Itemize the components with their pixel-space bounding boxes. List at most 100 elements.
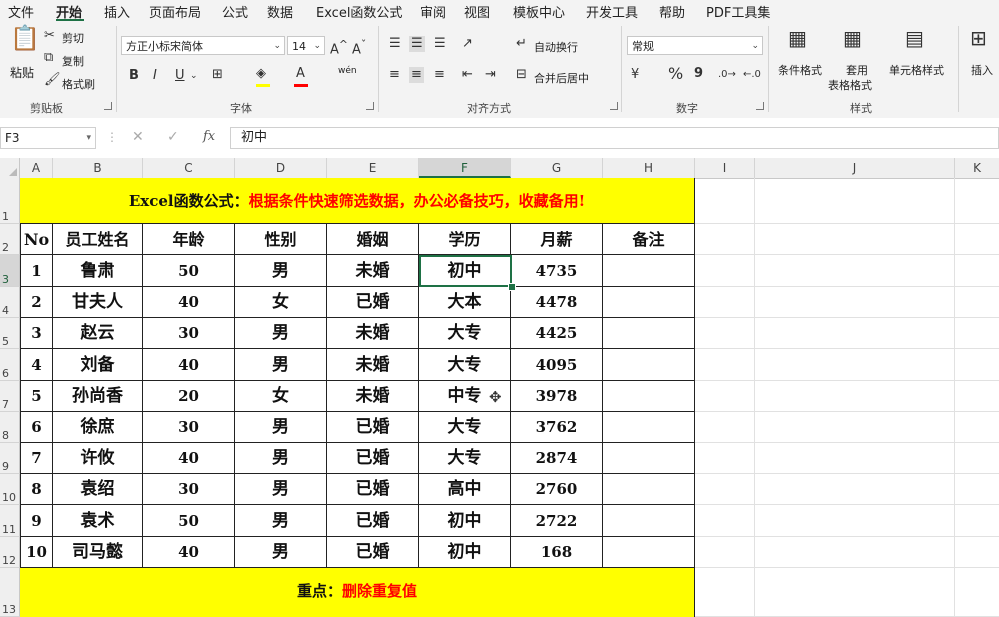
format-painter-button[interactable]: 格式刷 <box>62 76 95 92</box>
font-name-select[interactable]: 方正小标宋简体 ⌄ <box>121 36 285 55</box>
table-header-cell[interactable]: 性别 <box>235 224 327 255</box>
table-cell[interactable]: 已婚 <box>327 505 419 537</box>
wrap-text-button[interactable]: 自动换行 <box>534 39 578 55</box>
table-cell[interactable]: 7 <box>20 443 53 474</box>
menu-tab-8[interactable]: 视图 <box>464 2 490 21</box>
table-cell[interactable]: 大专 <box>419 349 511 381</box>
font-launcher-icon[interactable] <box>366 102 374 110</box>
column-header-j[interactable]: J <box>755 158 955 178</box>
formula-input[interactable]: 初中 <box>230 127 999 149</box>
table-header-cell[interactable]: 员工姓名 <box>53 224 143 255</box>
table-cell[interactable]: 2760 <box>511 474 603 505</box>
table-cell[interactable]: 男 <box>235 474 327 505</box>
table-cell[interactable]: 已婚 <box>327 537 419 568</box>
row-header-5[interactable]: 5 <box>0 318 20 349</box>
number-launcher-icon[interactable] <box>756 102 764 110</box>
table-header-cell[interactable]: 年龄 <box>143 224 235 255</box>
table-header-cell[interactable]: 婚姻 <box>327 224 419 255</box>
copy-button[interactable]: 复制 <box>62 53 84 69</box>
decrease-decimal-icon[interactable]: ←.0 <box>743 67 761 83</box>
table-cell[interactable]: 女 <box>235 381 327 412</box>
insert-cells-icon[interactable]: ⊞ <box>970 28 987 48</box>
font-color-icon[interactable]: A <box>296 66 305 82</box>
italic-button[interactable]: I <box>153 68 157 84</box>
row-header-2[interactable]: 2 <box>0 224 20 255</box>
table-cell[interactable]: 未婚 <box>327 381 419 412</box>
table-cell[interactable]: 大本 <box>419 287 511 318</box>
table-cell[interactable] <box>603 443 695 474</box>
table-cell[interactable]: 30 <box>143 474 235 505</box>
copy-icon[interactable]: ⧉ <box>44 50 53 66</box>
table-cell[interactable]: 168 <box>511 537 603 568</box>
column-header-g[interactable]: G <box>511 158 603 178</box>
cell-styles-icon[interactable]: ▤ <box>905 28 924 48</box>
row-header-9[interactable]: 9 <box>0 443 20 474</box>
cut-icon[interactable]: ✂ <box>44 28 55 44</box>
align-bottom-icon[interactable]: ☰ <box>434 36 446 52</box>
table-cell[interactable]: 4095 <box>511 349 603 381</box>
table-cell[interactable]: 高中 <box>419 474 511 505</box>
table-cell[interactable]: 袁绍 <box>53 474 143 505</box>
increase-indent-icon[interactable]: ⇥ <box>485 67 496 83</box>
table-cell[interactable]: 已婚 <box>327 412 419 443</box>
alignment-launcher-icon[interactable] <box>610 102 618 110</box>
table-cell[interactable]: 未婚 <box>327 349 419 381</box>
table-cell[interactable]: 50 <box>143 255 235 287</box>
table-cell[interactable]: 男 <box>235 505 327 537</box>
row-header-10[interactable]: 10 <box>0 474 20 505</box>
table-cell[interactable]: 2722 <box>511 505 603 537</box>
percent-button[interactable]: % <box>668 66 683 82</box>
conditional-format-button[interactable]: 条件格式 <box>778 62 822 78</box>
table-cell[interactable] <box>603 381 695 412</box>
table-cell[interactable] <box>603 505 695 537</box>
table-cell[interactable]: 未婚 <box>327 255 419 287</box>
table-cell[interactable]: 4425 <box>511 318 603 349</box>
table-cell[interactable]: 未婚 <box>327 318 419 349</box>
table-cell[interactable] <box>603 412 695 443</box>
column-header-k[interactable]: K <box>955 158 999 178</box>
format-painter-icon[interactable]: 🖌 <box>44 72 61 88</box>
table-cell[interactable]: 已婚 <box>327 443 419 474</box>
table-cell[interactable]: 2 <box>20 287 53 318</box>
table-cell[interactable]: 1 <box>20 255 53 287</box>
table-cell[interactable]: 已婚 <box>327 474 419 505</box>
table-cell[interactable] <box>603 537 695 568</box>
table-cell[interactable]: 4 <box>20 349 53 381</box>
table-cell[interactable]: 许攸 <box>53 443 143 474</box>
title-banner[interactable]: Excel函数公式：根据条件快速筛选数据，办公必备技巧，收藏备用! <box>20 178 695 224</box>
menu-tab-0[interactable]: 文件 <box>8 2 34 21</box>
table-cell[interactable]: 司马懿 <box>53 537 143 568</box>
table-header-cell[interactable]: 月薪 <box>511 224 603 255</box>
table-cell[interactable]: 甘夫人 <box>53 287 143 318</box>
table-cell[interactable]: 徐庶 <box>53 412 143 443</box>
table-cell[interactable]: 鲁肃 <box>53 255 143 287</box>
cut-button[interactable]: 剪切 <box>62 30 84 46</box>
merge-center-icon[interactable]: ⊟ <box>516 67 527 83</box>
table-cell[interactable] <box>603 474 695 505</box>
table-cell[interactable]: 初中 <box>419 505 511 537</box>
table-cell[interactable]: 袁术 <box>53 505 143 537</box>
table-cell[interactable]: 大专 <box>419 412 511 443</box>
column-header-e[interactable]: E <box>327 158 419 178</box>
paste-button[interactable]: 粘贴 <box>10 64 34 81</box>
row-header-8[interactable]: 8 <box>0 412 20 443</box>
number-format-select[interactable]: 常规 ⌄ <box>627 36 763 55</box>
table-cell[interactable]: 6 <box>20 412 53 443</box>
table-cell[interactable] <box>603 255 695 287</box>
table-cell[interactable]: 40 <box>143 443 235 474</box>
paste-icon[interactable]: 📋 <box>10 26 40 50</box>
table-cell[interactable]: 40 <box>143 537 235 568</box>
table-cell[interactable]: 3762 <box>511 412 603 443</box>
increase-font-icon[interactable]: A^ <box>330 37 348 58</box>
table-cell[interactable]: 已婚 <box>327 287 419 318</box>
bold-button[interactable]: B <box>129 68 139 84</box>
column-header-d[interactable]: D <box>235 158 327 178</box>
row-header-7[interactable]: 7 <box>0 381 20 412</box>
column-header-c[interactable]: C <box>143 158 235 178</box>
menu-tab-11[interactable]: 帮助 <box>659 2 685 21</box>
table-cell[interactable]: 初中 <box>419 537 511 568</box>
table-cell[interactable]: 刘备 <box>53 349 143 381</box>
currency-icon[interactable]: ¥ <box>631 67 639 83</box>
table-cell[interactable]: 3 <box>20 318 53 349</box>
table-cell[interactable]: 30 <box>143 412 235 443</box>
